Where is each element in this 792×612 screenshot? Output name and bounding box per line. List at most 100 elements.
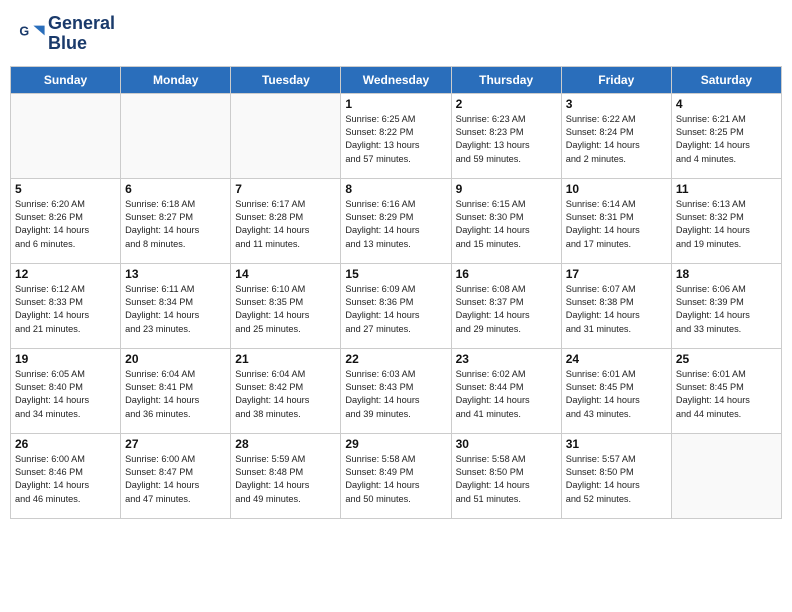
day-info: Sunrise: 6:04 AMSunset: 8:42 PMDaylight:…	[235, 368, 336, 421]
logo-icon: G	[18, 20, 46, 48]
day-info: Sunrise: 6:02 AMSunset: 8:44 PMDaylight:…	[456, 368, 557, 421]
calendar-cell: 17 Sunrise: 6:07 AMSunset: 8:38 PMDayligh…	[561, 263, 671, 348]
day-number: 7	[235, 182, 336, 196]
day-number: 27	[125, 437, 226, 451]
logo-text-line1: General	[48, 14, 115, 34]
calendar-cell: 19 Sunrise: 6:05 AMSunset: 8:40 PMDayligh…	[11, 348, 121, 433]
day-number: 26	[15, 437, 116, 451]
day-number: 29	[345, 437, 446, 451]
day-info: Sunrise: 6:15 AMSunset: 8:30 PMDaylight:…	[456, 198, 557, 251]
day-number: 31	[566, 437, 667, 451]
day-info: Sunrise: 6:10 AMSunset: 8:35 PMDaylight:…	[235, 283, 336, 336]
calendar-cell: 28 Sunrise: 5:59 AMSunset: 8:48 PMDayligh…	[231, 433, 341, 518]
day-info: Sunrise: 6:25 AMSunset: 8:22 PMDaylight:…	[345, 113, 446, 166]
day-info: Sunrise: 6:08 AMSunset: 8:37 PMDaylight:…	[456, 283, 557, 336]
day-info: Sunrise: 5:59 AMSunset: 8:48 PMDaylight:…	[235, 453, 336, 506]
day-info: Sunrise: 5:57 AMSunset: 8:50 PMDaylight:…	[566, 453, 667, 506]
day-info: Sunrise: 6:11 AMSunset: 8:34 PMDaylight:…	[125, 283, 226, 336]
calendar-cell: 29 Sunrise: 5:58 AMSunset: 8:49 PMDayligh…	[341, 433, 451, 518]
calendar-cell: 8 Sunrise: 6:16 AMSunset: 8:29 PMDaylight…	[341, 178, 451, 263]
day-info: Sunrise: 6:14 AMSunset: 8:31 PMDaylight:…	[566, 198, 667, 251]
day-number: 25	[676, 352, 777, 366]
calendar-cell: 7Sunrise: 6:17 AMSunset: 8:28 PMDaylight…	[231, 178, 341, 263]
logo-text-line2: Blue	[48, 34, 115, 54]
day-info: Sunrise: 5:58 AMSunset: 8:49 PMDaylight:…	[345, 453, 446, 506]
day-info: Sunrise: 6:01 AMSunset: 8:45 PMDaylight:…	[676, 368, 777, 421]
weekday-header-tuesday: Tuesday	[231, 66, 341, 93]
day-info: Sunrise: 6:00 AMSunset: 8:46 PMDaylight:…	[15, 453, 116, 506]
day-number: 13	[125, 267, 226, 281]
page-header: G General Blue	[10, 10, 782, 58]
day-info: Sunrise: 6:06 AMSunset: 8:39 PMDaylight:…	[676, 283, 777, 336]
calendar-cell	[11, 93, 121, 178]
day-number: 19	[15, 352, 116, 366]
calendar-table: SundayMondayTuesdayWednesdayThursdayFrid…	[10, 66, 782, 519]
day-number: 18	[676, 267, 777, 281]
day-info: Sunrise: 6:18 AMSunset: 8:27 PMDaylight:…	[125, 198, 226, 251]
calendar-week-2: 5 Sunrise: 6:20 AMSunset: 8:26 PMDaylight…	[11, 178, 782, 263]
day-number: 6	[125, 182, 226, 196]
day-number: 4	[676, 97, 777, 111]
calendar-cell: 18 Sunrise: 6:06 AMSunset: 8:39 PMDayligh…	[671, 263, 781, 348]
calendar-cell	[121, 93, 231, 178]
day-number: 23	[456, 352, 557, 366]
svg-text:G: G	[19, 24, 29, 38]
calendar-cell: 16 Sunrise: 6:08 AMSunset: 8:37 PMDayligh…	[451, 263, 561, 348]
logo: G General Blue	[18, 14, 115, 54]
calendar-cell: 25 Sunrise: 6:01 AMSunset: 8:45 PMDayligh…	[671, 348, 781, 433]
day-info: Sunrise: 6:20 AMSunset: 8:26 PMDaylight:…	[15, 198, 116, 251]
day-info: Sunrise: 6:03 AMSunset: 8:43 PMDaylight:…	[345, 368, 446, 421]
weekday-header-thursday: Thursday	[451, 66, 561, 93]
calendar-cell: 15 Sunrise: 6:09 AMSunset: 8:36 PMDayligh…	[341, 263, 451, 348]
weekday-header-monday: Monday	[121, 66, 231, 93]
weekday-header-saturday: Saturday	[671, 66, 781, 93]
calendar-cell: 13 Sunrise: 6:11 AMSunset: 8:34 PMDayligh…	[121, 263, 231, 348]
day-number: 8	[345, 182, 446, 196]
calendar-cell: 1 Sunrise: 6:25 AMSunset: 8:22 PMDaylight…	[341, 93, 451, 178]
day-info: Sunrise: 5:58 AMSunset: 8:50 PMDaylight:…	[456, 453, 557, 506]
day-number: 15	[345, 267, 446, 281]
calendar-cell: 2 Sunrise: 6:23 AMSunset: 8:23 PMDaylight…	[451, 93, 561, 178]
day-info: Sunrise: 6:07 AMSunset: 8:38 PMDaylight:…	[566, 283, 667, 336]
day-info: Sunrise: 6:05 AMSunset: 8:40 PMDaylight:…	[15, 368, 116, 421]
day-number: 24	[566, 352, 667, 366]
calendar-cell: 6 Sunrise: 6:18 AMSunset: 8:27 PMDaylight…	[121, 178, 231, 263]
day-info: Sunrise: 6:22 AMSunset: 8:24 PMDaylight:…	[566, 113, 667, 166]
day-number: 22	[345, 352, 446, 366]
day-number: 9	[456, 182, 557, 196]
day-number: 1	[345, 97, 446, 111]
calendar-cell: 12 Sunrise: 6:12 AMSunset: 8:33 PMDayligh…	[11, 263, 121, 348]
day-info: Sunrise: 6:01 AMSunset: 8:45 PMDaylight:…	[566, 368, 667, 421]
calendar-cell	[671, 433, 781, 518]
day-info: Sunrise: 6:00 AMSunset: 8:47 PMDaylight:…	[125, 453, 226, 506]
day-info: Sunrise: 6:16 AMSunset: 8:29 PMDaylight:…	[345, 198, 446, 251]
day-info: Sunrise: 6:23 AMSunset: 8:23 PMDaylight:…	[456, 113, 557, 166]
day-number: 30	[456, 437, 557, 451]
day-info: Sunrise: 6:12 AMSunset: 8:33 PMDaylight:…	[15, 283, 116, 336]
calendar-week-5: 26 Sunrise: 6:00 AMSunset: 8:46 PMDayligh…	[11, 433, 782, 518]
day-number: 5	[15, 182, 116, 196]
day-number: 20	[125, 352, 226, 366]
calendar-cell: 26 Sunrise: 6:00 AMSunset: 8:46 PMDayligh…	[11, 433, 121, 518]
day-info: Sunrise: 6:09 AMSunset: 8:36 PMDaylight:…	[345, 283, 446, 336]
weekday-header-wednesday: Wednesday	[341, 66, 451, 93]
calendar-cell: 3 Sunrise: 6:22 AMSunset: 8:24 PMDaylight…	[561, 93, 671, 178]
day-info: Sunrise: 6:13 AMSunset: 8:32 PMDaylight:…	[676, 198, 777, 251]
day-number: 2	[456, 97, 557, 111]
calendar-week-4: 19 Sunrise: 6:05 AMSunset: 8:40 PMDayligh…	[11, 348, 782, 433]
calendar-cell: 4Sunrise: 6:21 AMSunset: 8:25 PMDaylight…	[671, 93, 781, 178]
day-number: 21	[235, 352, 336, 366]
day-number: 16	[456, 267, 557, 281]
calendar-cell: 30 Sunrise: 5:58 AMSunset: 8:50 PMDayligh…	[451, 433, 561, 518]
calendar-cell: 9 Sunrise: 6:15 AMSunset: 8:30 PMDaylight…	[451, 178, 561, 263]
weekday-header-friday: Friday	[561, 66, 671, 93]
day-number: 12	[15, 267, 116, 281]
calendar-cell: 23 Sunrise: 6:02 AMSunset: 8:44 PMDayligh…	[451, 348, 561, 433]
day-number: 3	[566, 97, 667, 111]
day-number: 10	[566, 182, 667, 196]
weekday-header-sunday: Sunday	[11, 66, 121, 93]
day-number: 28	[235, 437, 336, 451]
day-number: 17	[566, 267, 667, 281]
day-number: 11	[676, 182, 777, 196]
calendar-cell: 24 Sunrise: 6:01 AMSunset: 8:45 PMDayligh…	[561, 348, 671, 433]
